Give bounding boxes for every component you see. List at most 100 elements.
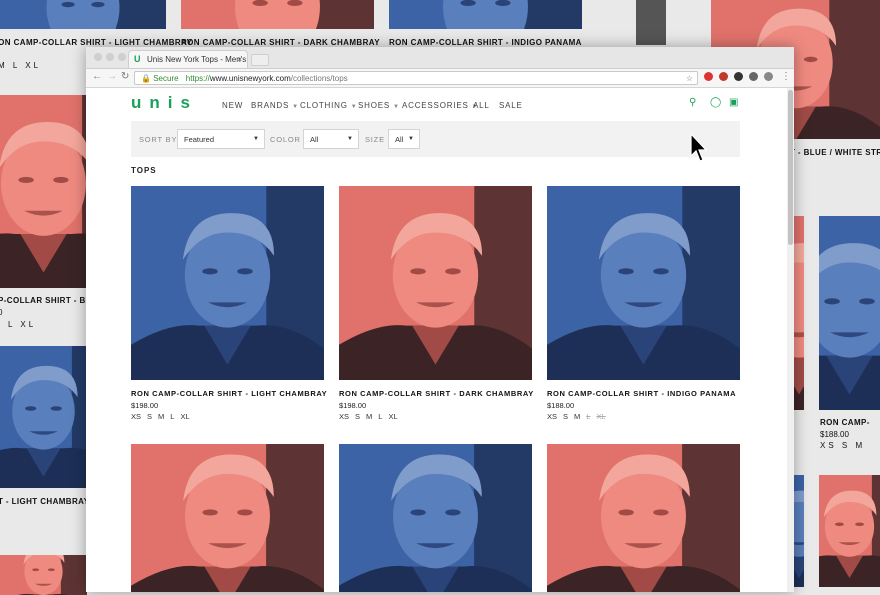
size-option: XL xyxy=(388,412,398,421)
url-domain: www.unisnewyork.com xyxy=(209,74,291,83)
chevron-down-icon: ▼ xyxy=(350,104,358,110)
color-select[interactable]: All ▼ xyxy=(303,129,359,149)
favicon-icon: U xyxy=(134,54,141,64)
browser-toolbar: ← → ↻ 🔒 Secure https://www.unisnewyork.c… xyxy=(86,69,794,88)
bg-product-photo xyxy=(389,0,582,29)
product-image[interactable] xyxy=(339,186,532,380)
bg-product-photo xyxy=(0,0,166,29)
section-title: TOPS xyxy=(131,166,157,175)
product-price: $198.00 xyxy=(339,401,367,410)
forward-icon[interactable]: → xyxy=(107,71,117,82)
chevron-down-icon: ▼ xyxy=(347,136,353,142)
back-icon[interactable]: ← xyxy=(92,71,102,82)
size-list: XS S M L XL xyxy=(547,412,612,421)
account-icon[interactable]: ◯ xyxy=(710,97,721,108)
sort-by-label: SORT BY xyxy=(139,135,178,144)
size-option: XS xyxy=(547,412,558,421)
site-logo[interactable]: unis xyxy=(131,93,198,113)
size-label: SIZE xyxy=(365,135,385,144)
lock-icon: 🔒 xyxy=(141,74,151,83)
tab-close-icon[interactable]: × xyxy=(237,51,242,68)
nav-item-accessories[interactable]: ACCESSORIES ▼ xyxy=(402,101,478,110)
filter-bar: SORT BY Featured ▼ COLOR All ▼ SIZE All ▼ xyxy=(131,121,740,157)
product-price: $198.00 xyxy=(131,401,159,410)
size-option: M xyxy=(574,412,581,421)
bg-product-photo xyxy=(181,0,374,29)
mouse-cursor-icon xyxy=(690,133,708,162)
bg-product-photo xyxy=(819,475,880,587)
bg-size-list: XS S M xyxy=(820,441,866,450)
nav-item-clothing[interactable]: CLOTHING ▼ xyxy=(300,101,358,110)
product-name[interactable]: RON CAMP-COLLAR SHIRT - INDIGO PANAMA xyxy=(547,389,736,398)
size-list: XS S M L XL xyxy=(339,412,404,421)
product-image[interactable] xyxy=(547,186,740,380)
bg-product-price: $188.00 xyxy=(820,430,849,439)
new-tab-button[interactable] xyxy=(251,54,269,66)
chevron-down-icon: ▼ xyxy=(393,104,400,110)
bg-product-photo xyxy=(0,555,87,595)
product-name[interactable]: RON CAMP-COLLAR SHIRT - DARK CHAMBRAY xyxy=(339,389,534,398)
nav-item-brands[interactable]: BRANDS ▼ xyxy=(251,101,299,110)
size-option: XS xyxy=(131,412,142,421)
chevron-down-icon: ▼ xyxy=(408,136,414,142)
url-prefix: https:// xyxy=(185,74,210,83)
size-option: S xyxy=(563,412,569,421)
size-option: XL xyxy=(180,412,190,421)
sort-select[interactable]: Featured ▼ xyxy=(177,129,265,149)
bg-product-photo xyxy=(794,475,804,587)
size-option: XL xyxy=(596,412,606,421)
product-image[interactable] xyxy=(339,444,532,592)
bg-product-name: RON CAMP-COLLAR SHIRT - DARK CHAMBRAY xyxy=(181,38,380,47)
nav-item-shoes[interactable]: SHOES ▼ xyxy=(358,101,400,110)
tab-strip: U Unis New York Tops - Men's S × xyxy=(86,47,794,69)
pinterest-extension-icon[interactable] xyxy=(734,72,743,81)
secure-label: Secure xyxy=(153,74,179,83)
bg-product-photo xyxy=(819,216,880,410)
opera-extension-icon[interactable] xyxy=(704,72,713,81)
bg-product-name: RON CAMP-COLLAR SHIRT - INDIGO PANAMA xyxy=(389,38,582,47)
scrollbar-thumb[interactable] xyxy=(788,90,793,245)
size-option: XS xyxy=(339,412,350,421)
nav-item-all[interactable]: ALL xyxy=(473,101,490,110)
adblock-extension-icon[interactable] xyxy=(719,72,728,81)
size-select[interactable]: All ▼ xyxy=(388,129,420,149)
search-icon[interactable]: ⚲ xyxy=(689,97,696,108)
bg-product-name: T - LIGHT CHAMBRAY xyxy=(0,497,90,506)
bg-product-photo xyxy=(0,346,87,488)
page-scrollbar[interactable] xyxy=(787,88,794,592)
bg-product-name: RON CAMP-COLLAR SHIRT - LIGHT CHAMBRAY xyxy=(0,38,193,47)
bg-product-name: RON CAMP- xyxy=(820,418,870,427)
menu-icon[interactable]: ⋮ xyxy=(781,71,791,82)
tab-title: Unis New York Tops - Men's S xyxy=(147,55,248,64)
product-image[interactable] xyxy=(131,186,324,380)
bg-product-name: T - BLUE / WHITE STR xyxy=(790,148,880,157)
bg-size-list: L XL xyxy=(8,320,37,329)
bg-product-photo xyxy=(794,216,804,410)
size-option: S xyxy=(147,412,153,421)
bg-product-price: 0 xyxy=(0,308,3,317)
product-name[interactable]: RON CAMP-COLLAR SHIRT - LIGHT CHAMBRAY xyxy=(131,389,327,398)
bg-product-photo xyxy=(0,95,87,288)
bg-product-name: P-COLLAR SHIRT - BLU xyxy=(0,296,98,305)
bookmark-star-icon[interactable]: ☆ xyxy=(686,72,693,86)
nav-item-sale[interactable]: SALE xyxy=(499,101,523,110)
nav-item-new[interactable]: NEW xyxy=(222,101,243,110)
window-close-button[interactable] xyxy=(94,53,102,61)
size-option: L xyxy=(378,412,383,421)
bg-size-list: M L XL xyxy=(0,61,42,70)
cast-extension-icon[interactable] xyxy=(749,72,758,81)
window-zoom-button[interactable] xyxy=(118,53,126,61)
size-list: XS S M L XL xyxy=(131,412,196,421)
browser-tab[interactable]: U Unis New York Tops - Men's S × xyxy=(128,50,248,68)
product-image[interactable] xyxy=(547,444,740,592)
browser-window: U Unis New York Tops - Men's S × ← → ↻ 🔒… xyxy=(86,47,794,592)
address-bar[interactable]: 🔒 Secure https://www.unisnewyork.com/col… xyxy=(134,71,698,85)
bag-icon[interactable]: ▣ xyxy=(729,97,738,108)
reload-icon[interactable]: ↻ xyxy=(121,71,129,82)
bg-dark-panel xyxy=(636,0,666,45)
chat-extension-icon[interactable] xyxy=(764,72,773,81)
product-image[interactable] xyxy=(131,444,324,592)
window-minimize-button[interactable] xyxy=(106,53,114,61)
size-option: M xyxy=(366,412,373,421)
size-option: S xyxy=(355,412,361,421)
